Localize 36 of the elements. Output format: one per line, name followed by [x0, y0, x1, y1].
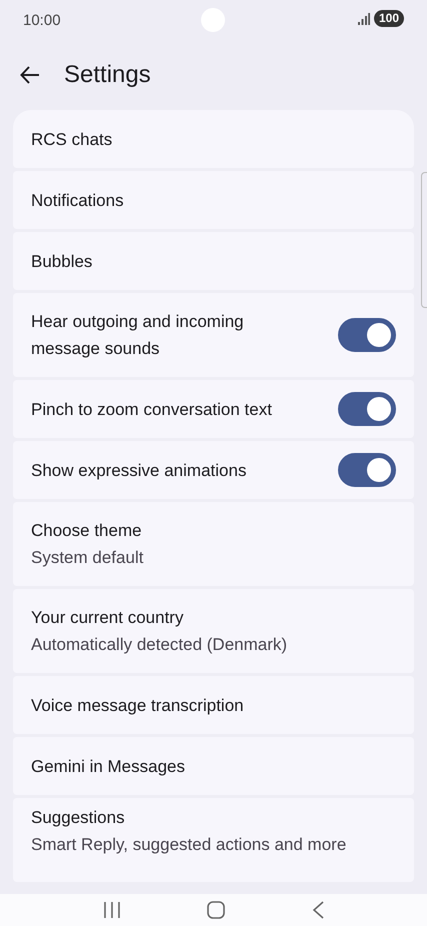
signal-icon [358, 12, 370, 24]
setting-title: Notifications [31, 190, 125, 212]
setting-title: Voice message transcription [31, 694, 245, 716]
back-arrow-icon[interactable] [20, 66, 40, 84]
setting-title: Suggestions [31, 807, 126, 829]
settings-item[interactable]: Choose theme System default [13, 502, 414, 586]
setting-title: Your current country [31, 607, 184, 629]
settings-item[interactable]: Notifications [13, 171, 414, 229]
page-title: Settings [64, 60, 151, 90]
settings-item[interactable]: Bubbles [13, 232, 414, 290]
home-icon[interactable] [206, 900, 226, 920]
settings-item[interactable]: RCS chats [13, 110, 414, 168]
settings-item[interactable]: Hear outgoing and incoming message sounds [13, 293, 414, 377]
setting-title: Bubbles [31, 250, 94, 272]
setting-subtitle: Smart Reply, suggested actions and more [31, 834, 348, 856]
setting-title: Gemini in Messages [31, 756, 186, 778]
toggle-switch[interactable] [338, 453, 396, 487]
settings-item[interactable]: Pinch to zoom conversation text [13, 380, 414, 438]
toggle-switch[interactable] [338, 392, 396, 426]
settings-item[interactable]: Voice message transcription [13, 676, 414, 734]
status-time: 10:00 [23, 11, 61, 31]
setting-title: Show expressive animations [31, 460, 248, 482]
back-icon[interactable] [310, 900, 324, 920]
setting-subtitle: Automatically detected (Denmark) [31, 634, 288, 656]
settings-item[interactable]: Suggestions Smart Reply, suggested actions and more [13, 798, 414, 882]
setting-subtitle: System default [31, 547, 144, 569]
setting-title: Hear outgoing and incoming message sounds [31, 311, 245, 360]
setting-title: RCS chats [31, 128, 114, 150]
settings-item[interactable]: Show expressive animations [13, 441, 414, 499]
settings-item[interactable]: Your current country Automatically detected (Denmark) [13, 589, 414, 673]
toggle-switch[interactable] [338, 318, 396, 352]
battery-level: 100 [374, 10, 404, 27]
setting-title: Choose theme [31, 520, 143, 542]
setting-title: Pinch to zoom conversation text [31, 398, 273, 420]
recent-apps-icon[interactable] [102, 900, 120, 920]
settings-item[interactable]: Gemini in Messages [13, 737, 414, 795]
